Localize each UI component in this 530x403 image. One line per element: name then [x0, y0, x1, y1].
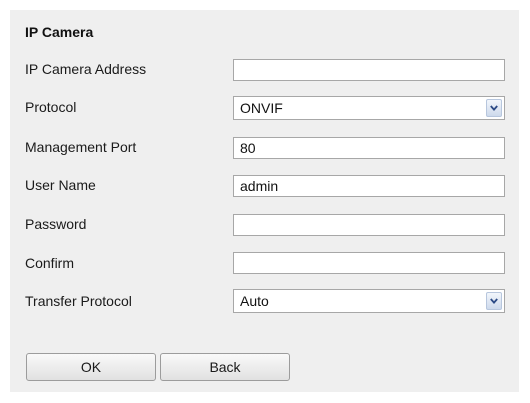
ip-camera-panel: IP Camera IP Camera Address Protocol ONV… — [10, 10, 519, 392]
confirm-label: Confirm — [25, 255, 75, 271]
confirm-password-input[interactable] — [233, 252, 505, 274]
protocol-select-value: ONVIF — [240, 100, 283, 116]
back-button[interactable]: Back — [160, 353, 290, 381]
ok-button[interactable]: OK — [26, 353, 156, 381]
management-port-label: Management Port — [25, 139, 137, 155]
password-input[interactable] — [233, 214, 505, 236]
ip-camera-address-input[interactable] — [233, 59, 505, 81]
transfer-protocol-select-value: Auto — [240, 293, 269, 309]
transfer-protocol-label: Transfer Protocol — [25, 293, 132, 309]
protocol-select[interactable]: ONVIF — [233, 96, 505, 120]
user-name-label: User Name — [25, 177, 96, 193]
chevron-down-icon[interactable] — [486, 99, 502, 117]
section-title: IP Camera — [25, 24, 94, 40]
password-label: Password — [25, 216, 87, 232]
ip-camera-address-label: IP Camera Address — [25, 61, 147, 77]
transfer-protocol-select[interactable]: Auto — [233, 289, 505, 313]
user-name-input[interactable] — [233, 175, 505, 197]
protocol-label: Protocol — [25, 99, 77, 115]
chevron-down-icon[interactable] — [486, 292, 502, 310]
management-port-input[interactable] — [233, 137, 505, 159]
